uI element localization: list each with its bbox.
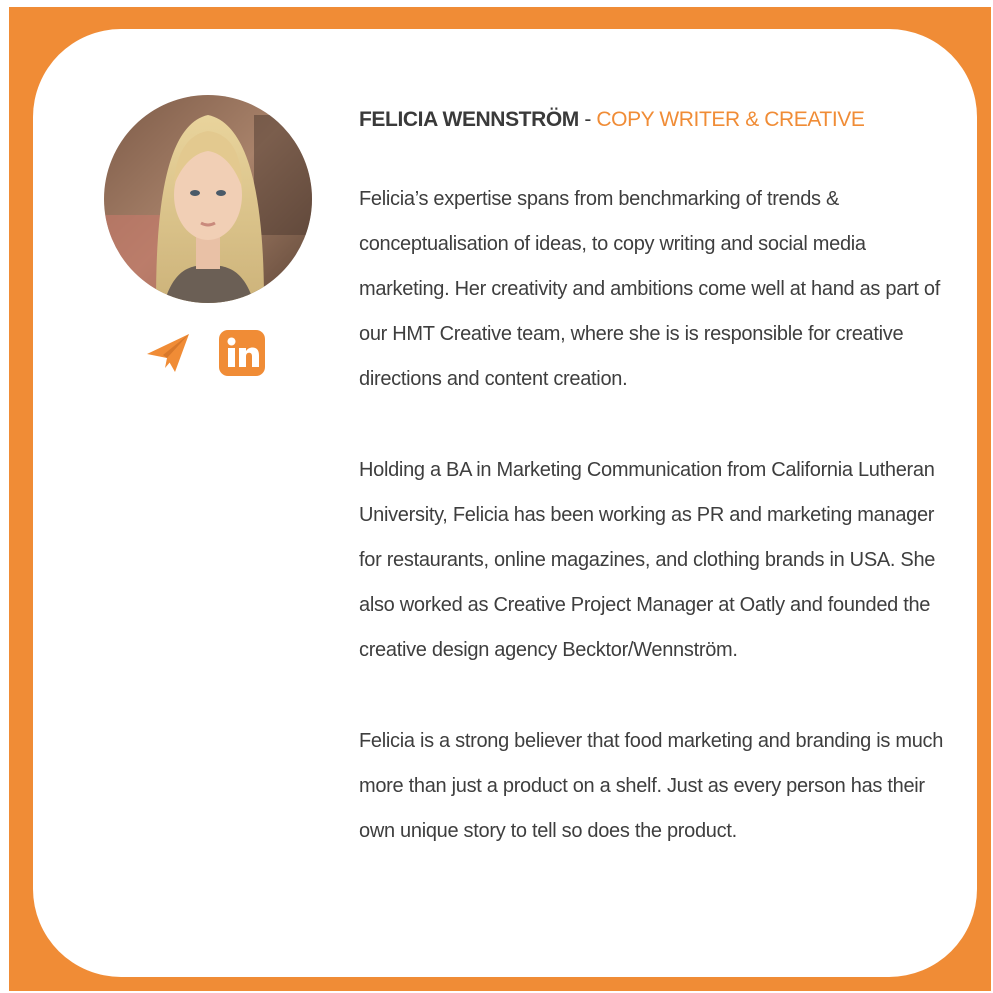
person-role: COPY WRITER & CREATIVE [596, 108, 865, 131]
avatar [104, 95, 312, 303]
orange-frame: FELICIA WENNSTRÖM - COPY WRITER & CREATI… [9, 7, 991, 991]
bio-paragraph-3: Felicia is a strong believer that food m… [359, 730, 944, 842]
social-icons [145, 330, 265, 376]
portrait-photo [104, 95, 312, 303]
linkedin-icon[interactable] [219, 330, 265, 376]
bio-paragraph-1: Felicia’s expertise spans from benchmark… [359, 188, 940, 390]
profile-heading: FELICIA WENNSTRÖM - COPY WRITER & CREATI… [359, 103, 959, 137]
bio-paragraph-2: Holding a BA in Marketing Communication … [359, 459, 936, 661]
paper-plane-icon[interactable] [145, 330, 191, 376]
heading-separator: - [578, 108, 597, 131]
profile-content: FELICIA WENNSTRÖM - COPY WRITER & CREATI… [359, 103, 959, 900]
profile-card: FELICIA WENNSTRÖM - COPY WRITER & CREATI… [33, 29, 977, 977]
person-name: FELICIA WENNSTRÖM [359, 108, 579, 131]
